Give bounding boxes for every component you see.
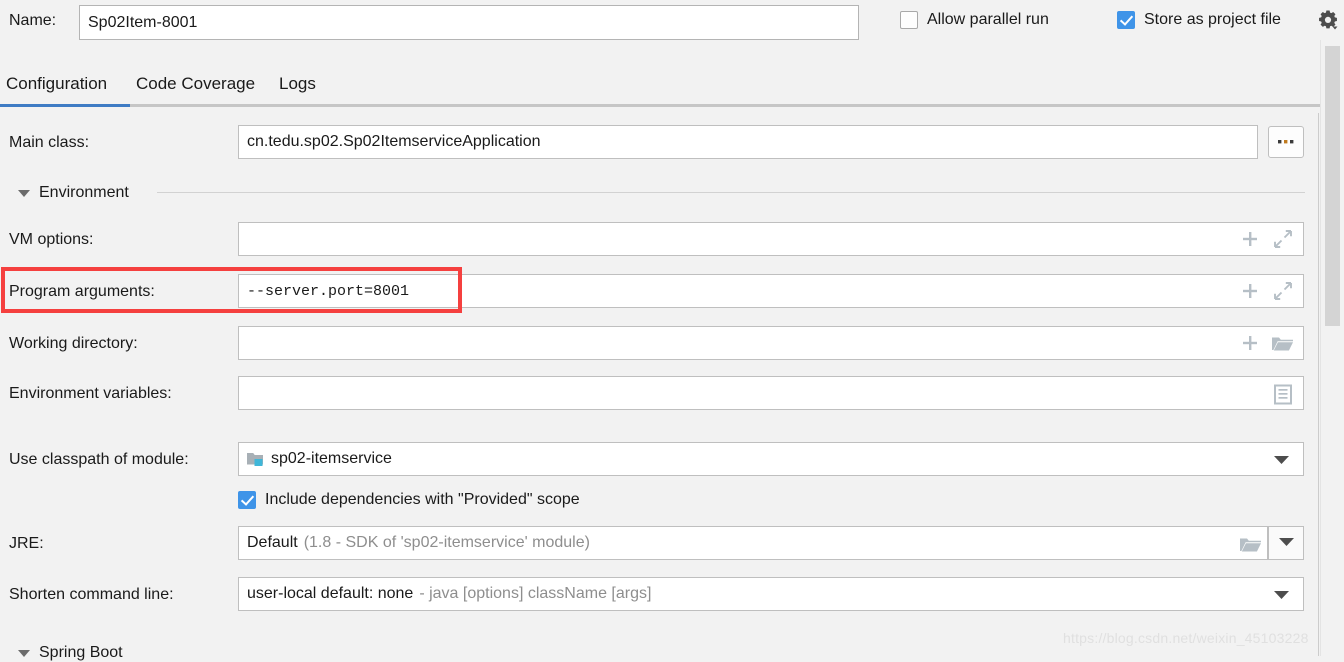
configuration-form: Main class: cn.tedu.sp02.Sp02Itemservice… (0, 113, 1320, 661)
vm-options-field[interactable] (238, 222, 1304, 256)
working-directory-field[interactable] (238, 326, 1304, 360)
gear-icon[interactable] (1317, 9, 1339, 31)
store-as-project-file-checkbox[interactable]: Store as project file (1117, 11, 1281, 29)
main-class-browse-button[interactable] (1268, 126, 1304, 158)
jre-field[interactable]: Default (1.8 - SDK of 'sp02-itemservice'… (238, 526, 1268, 560)
tab-bar: Configuration Code Coverage Logs (0, 74, 1344, 110)
spring-boot-section-title: Spring Boot (39, 644, 123, 661)
watermark: https://blog.csdn.net/weixin_45103228 (1063, 630, 1309, 646)
include-provided-scope-checkbox[interactable]: Include dependencies with "Provided" sco… (238, 491, 580, 509)
chevron-down-icon[interactable] (18, 649, 30, 657)
shorten-command-line-label: Shorten command line: (9, 586, 174, 603)
environment-section-title: Environment (39, 184, 129, 201)
checkbox-box[interactable] (900, 11, 918, 29)
folder-icon[interactable] (1270, 333, 1294, 353)
ellipsis-icon (1278, 140, 1294, 144)
environment-variables-label: Environment variables: (9, 385, 172, 402)
plus-icon[interactable] (1240, 333, 1260, 353)
name-row: Name: Allow parallel run Store as projec… (0, 0, 1344, 46)
environment-variables-field[interactable] (238, 376, 1304, 410)
working-directory-label: Working directory: (9, 335, 138, 352)
tab-active-indicator (0, 104, 130, 107)
name-label: Name: (9, 12, 57, 29)
module-folder-icon (239, 451, 265, 468)
store-as-project-file-label: Store as project file (1144, 11, 1281, 28)
folder-icon[interactable] (1238, 534, 1262, 554)
tab-underline-track (0, 104, 1320, 107)
use-classpath-of-module-field[interactable]: sp02-itemservice (238, 442, 1304, 476)
allow-parallel-run-label: Allow parallel run (927, 11, 1049, 28)
tab-configuration[interactable]: Configuration (6, 74, 107, 94)
program-arguments-label: Program arguments: (9, 283, 155, 300)
use-classpath-of-module-value: sp02-itemservice (271, 450, 392, 467)
expand-icon[interactable] (1272, 229, 1294, 249)
shorten-command-line-detail: - java [options] className [args] (419, 585, 652, 602)
jre-label: JRE: (9, 535, 44, 552)
tab-logs[interactable]: Logs (279, 74, 316, 94)
allow-parallel-run-checkbox[interactable]: Allow parallel run (900, 11, 1049, 29)
name-input[interactable] (79, 5, 859, 40)
tab-code-coverage[interactable]: Code Coverage (136, 74, 255, 94)
shorten-command-line-field[interactable]: user-local default: none - java [options… (238, 577, 1304, 611)
include-provided-scope-label: Include dependencies with "Provided" sco… (265, 491, 580, 508)
plus-icon[interactable] (1240, 229, 1260, 249)
program-arguments-value: --server.port=8001 (247, 282, 410, 300)
vertical-scrollbar-thumb[interactable] (1325, 46, 1340, 326)
jre-value-detail: (1.8 - SDK of 'sp02-itemservice' module) (303, 534, 590, 551)
environment-section-header[interactable]: Environment (18, 184, 129, 202)
jre-value: Default (247, 534, 298, 551)
chevron-down-icon[interactable] (18, 189, 30, 197)
spring-boot-section-header[interactable]: Spring Boot (18, 644, 123, 662)
checkbox-box[interactable] (238, 491, 256, 509)
chevron-down-icon[interactable] (1278, 534, 1295, 552)
plus-icon[interactable] (1240, 281, 1260, 301)
chevron-down-icon[interactable] (1272, 586, 1290, 602)
shorten-command-line-value: user-local default: none (247, 585, 414, 602)
expand-icon[interactable] (1272, 281, 1294, 301)
use-classpath-of-module-label: Use classpath of module: (9, 451, 189, 468)
program-arguments-field[interactable]: --server.port=8001 (238, 274, 1304, 308)
chevron-down-icon[interactable] (1272, 451, 1290, 467)
environment-section-rule (157, 192, 1305, 193)
vm-options-label: VM options: (9, 231, 94, 248)
list-icon[interactable] (1272, 383, 1294, 405)
checkbox-box[interactable] (1117, 11, 1135, 29)
main-class-label: Main class: (9, 134, 90, 151)
jre-dropdown-button[interactable] (1268, 526, 1304, 560)
main-class-field[interactable]: cn.tedu.sp02.Sp02ItemserviceApplication (238, 125, 1258, 159)
panel-right-border (1318, 113, 1319, 656)
main-class-value: cn.tedu.sp02.Sp02ItemserviceApplication (247, 133, 541, 150)
